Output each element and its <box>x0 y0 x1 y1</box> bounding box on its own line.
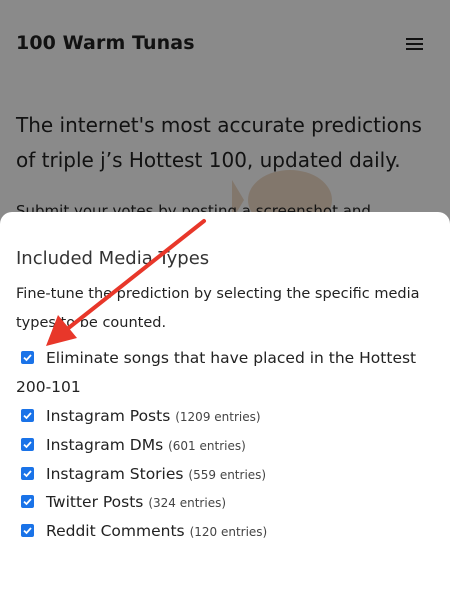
entry-count: (559 entries) <box>188 468 267 482</box>
entry-count: (601 entries) <box>168 439 246 453</box>
checkmark-icon <box>23 412 32 420</box>
checkmark-icon <box>23 498 32 506</box>
option-instagram-posts[interactable]: Instagram Posts (1209 entries) <box>16 402 436 432</box>
option-label: Twitter Posts <box>46 493 144 511</box>
entry-count: (1209 entries) <box>175 410 261 424</box>
checkbox[interactable] <box>21 495 34 508</box>
option-label: Reddit Comments <box>46 522 185 540</box>
checkbox[interactable] <box>21 524 34 537</box>
sheet-description: Fine-tune the prediction by selecting th… <box>16 286 420 331</box>
entry-count: (324 entries) <box>148 496 227 510</box>
checkmark-icon <box>23 441 32 449</box>
checkbox[interactable] <box>21 351 34 364</box>
option-reddit-comments[interactable]: Reddit Comments (120 entries) <box>16 517 436 547</box>
option-label: Eliminate songs that have placed in the … <box>16 349 417 396</box>
option-instagram-stories[interactable]: Instagram Stories (559 entries) <box>16 460 436 490</box>
option-eliminate-hottest-200[interactable]: Eliminate songs that have placed in the … <box>16 344 436 402</box>
media-types-sheet: Included Media Types Fine-tune the predi… <box>0 212 450 592</box>
sheet-title: Included Media Types <box>16 248 210 269</box>
option-twitter-posts[interactable]: Twitter Posts (324 entries) <box>16 488 436 518</box>
option-instagram-dms[interactable]: Instagram DMs (601 entries) <box>16 431 436 461</box>
checkmark-icon <box>23 354 32 362</box>
option-label: Instagram DMs <box>46 436 164 454</box>
checkbox[interactable] <box>21 467 34 480</box>
option-label: Instagram Stories <box>46 465 184 483</box>
option-label: Instagram Posts <box>46 407 171 425</box>
entry-count: (120 entries) <box>189 525 268 539</box>
checkbox[interactable] <box>21 409 34 422</box>
checkmark-icon <box>23 527 32 535</box>
checkmark-icon <box>23 470 32 478</box>
checkbox[interactable] <box>21 438 34 451</box>
